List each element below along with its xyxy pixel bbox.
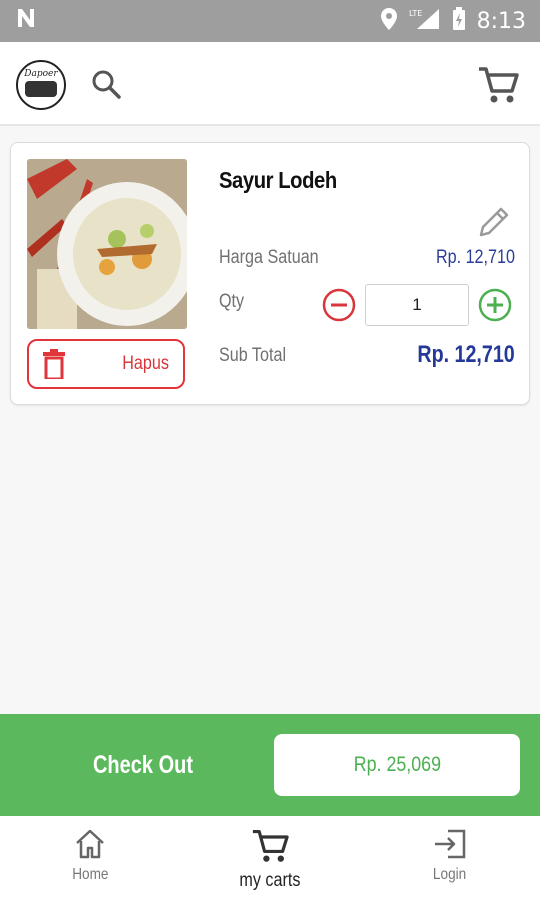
unit-price-value: Rp. 12,710 bbox=[435, 247, 515, 268]
clock-time: 8:13 bbox=[476, 8, 526, 34]
product-name: Sayur Lodeh bbox=[219, 167, 337, 193]
decrease-qty-button[interactable] bbox=[321, 287, 357, 323]
nav-label-my-carts: my carts bbox=[239, 870, 301, 891]
increase-qty-button[interactable] bbox=[477, 287, 513, 323]
cart-button[interactable] bbox=[474, 62, 522, 108]
subtotal-value: Rp. 12,710 bbox=[417, 341, 515, 368]
subtotal-label: Sub Total bbox=[219, 345, 287, 366]
cart-icon bbox=[252, 830, 289, 862]
lte-signal-icon: LTE bbox=[409, 7, 441, 36]
bottom-navigation: Home my carts Login bbox=[0, 816, 540, 900]
location-icon bbox=[379, 7, 399, 36]
cart-item-card: Hapus Sayur Lodeh Harga Satuan Rp. 12,71… bbox=[10, 142, 530, 405]
plus-circle-icon bbox=[478, 288, 512, 322]
nav-label-home: Home bbox=[71, 866, 109, 883]
trash-icon bbox=[43, 349, 65, 379]
search-button[interactable] bbox=[88, 66, 124, 102]
food-image bbox=[27, 159, 187, 329]
app-bar: Dapoer bbox=[0, 42, 540, 126]
unit-price-label: Harga Satuan bbox=[219, 247, 319, 268]
minus-circle-icon bbox=[322, 288, 356, 322]
login-icon bbox=[435, 829, 466, 859]
nav-item-my-carts[interactable]: my carts bbox=[180, 816, 360, 900]
logo-image bbox=[25, 81, 57, 97]
notification-n-icon bbox=[14, 6, 38, 36]
app-logo[interactable]: Dapoer bbox=[16, 60, 66, 110]
qty-input[interactable] bbox=[365, 284, 469, 326]
nav-item-login[interactable]: Login bbox=[360, 816, 540, 900]
home-icon bbox=[76, 829, 104, 859]
edit-button[interactable] bbox=[475, 203, 513, 241]
svg-text:LTE: LTE bbox=[409, 9, 422, 18]
status-bar: LTE 8:13 bbox=[0, 0, 540, 42]
total-value: Rp. 25,069 bbox=[353, 753, 441, 776]
checkout-bar: Check Out Rp. 25,069 bbox=[0, 714, 540, 816]
pencil-icon bbox=[479, 207, 509, 237]
battery-charging-icon bbox=[451, 6, 467, 36]
delete-label: Hapus bbox=[122, 353, 169, 374]
delete-button[interactable]: Hapus bbox=[27, 339, 185, 389]
nav-item-home[interactable]: Home bbox=[0, 816, 180, 900]
checkout-button[interactable]: Check Out bbox=[61, 742, 226, 788]
qty-label: Qty bbox=[219, 291, 245, 312]
nav-label-login: Login bbox=[433, 866, 467, 883]
cart-icon bbox=[479, 67, 519, 103]
total-box: Rp. 25,069 bbox=[274, 734, 520, 796]
search-icon bbox=[92, 70, 121, 99]
logo-text: Dapoer bbox=[24, 69, 58, 79]
